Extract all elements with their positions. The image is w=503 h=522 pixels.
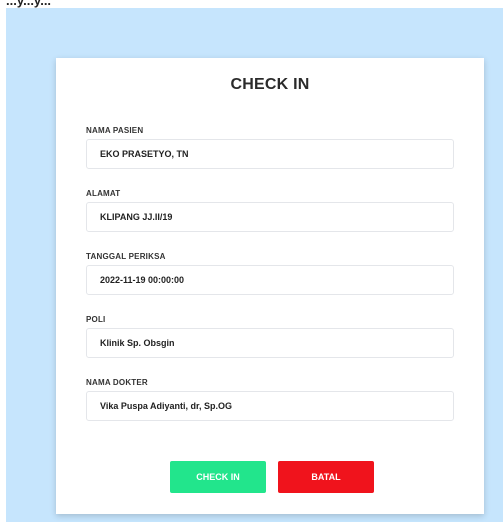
input-nama-dokter[interactable]: Vika Puspa Adiyanti, dr, Sp.OG — [86, 391, 454, 421]
input-tanggal-periksa[interactable]: 2022-11-19 00:00:00 — [86, 265, 454, 295]
top-cut-off-header: ...y...y... — [0, 0, 503, 8]
card-title: CHECK IN — [230, 76, 310, 93]
batal-button[interactable]: BATAL — [278, 461, 374, 493]
input-nama-pasien[interactable]: EKO PRASETYO, TN — [86, 139, 454, 169]
label-nama-pasien: NAMA PASIEN — [86, 126, 144, 135]
label-tanggal-periksa: TANGGAL PERIKSA — [86, 252, 166, 261]
input-alamat[interactable]: KLIPANG JJ.II/19 — [86, 202, 454, 232]
checkin-button[interactable]: CHECK IN — [170, 461, 266, 493]
input-poli[interactable]: Klinik Sp. Obsgin — [86, 328, 454, 358]
header-partial-text: ...y...y... — [6, 0, 52, 8]
label-poli: POLI — [86, 315, 106, 324]
label-nama-dokter: NAMA DOKTER — [86, 378, 148, 387]
label-alamat: ALAMAT — [86, 189, 121, 198]
checkin-card: CHECK IN NAMA PASIEN EKO PRASETYO, TN AL… — [56, 58, 484, 514]
page: ...y...y... CHECK IN NAMA PASIEN EKO PRA… — [0, 0, 503, 522]
